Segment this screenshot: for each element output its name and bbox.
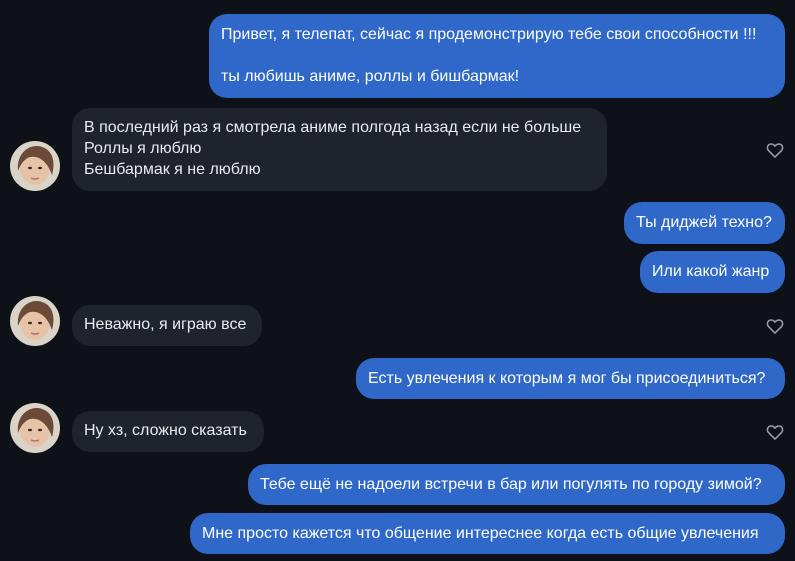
avatar-image [10, 296, 60, 346]
heart-outline-icon[interactable] [765, 140, 785, 160]
contact-avatar[interactable] [10, 403, 60, 453]
outgoing-message[interactable]: Ты диджей техно? [624, 202, 785, 244]
outgoing-message[interactable]: Привет, я телепат, сейчас я продемонстри… [209, 14, 785, 98]
contact-avatar[interactable] [10, 296, 60, 346]
incoming-message[interactable]: Ну хз, сложно сказать [72, 411, 264, 452]
heart-outline-icon[interactable] [765, 422, 785, 442]
outgoing-message[interactable]: Мне просто кажется что общение интересне… [190, 513, 785, 554]
outgoing-message[interactable]: Или какой жанр [640, 251, 785, 293]
avatar-image [10, 141, 60, 191]
incoming-message[interactable]: В последний раз я смотрела аниме полгода… [72, 108, 607, 191]
avatar-image [10, 403, 60, 453]
incoming-message[interactable]: Неважно, я играю все [72, 305, 262, 346]
contact-avatar[interactable] [10, 141, 60, 191]
outgoing-message[interactable]: Есть увлечения к которым я мог бы присое… [356, 358, 785, 399]
outgoing-message[interactable]: Тебе ещё не надоели встречи в бар или по… [248, 464, 785, 505]
chat-thread: Привет, я телепат, сейчас я продемонстри… [0, 0, 795, 561]
heart-outline-icon[interactable] [765, 316, 785, 336]
